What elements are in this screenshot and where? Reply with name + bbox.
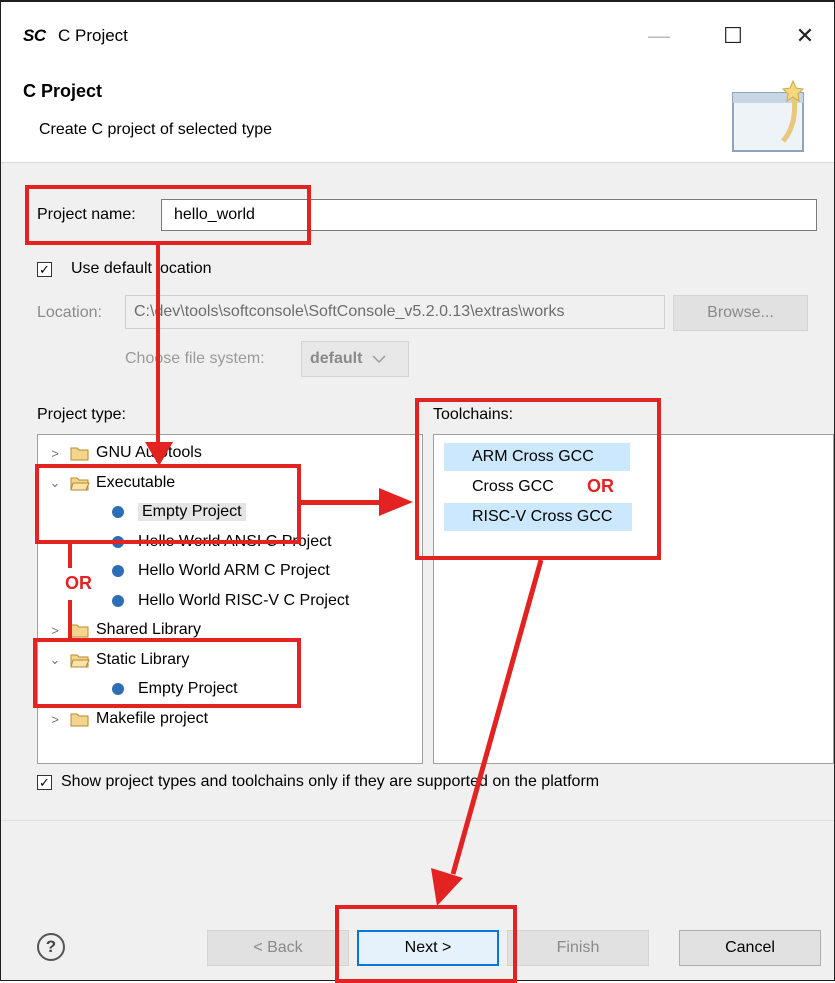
annotation-arrows	[145, 442, 544, 906]
dialog-window: SC C Project — ☐ ✕ C Project Create C pr…	[0, 0, 835, 983]
arrow-head-right	[379, 488, 413, 516]
arrow-shaft-diagonal	[450, 559, 544, 875]
arrow-head-diagonal	[431, 868, 463, 906]
arrow-shaft-right	[301, 500, 381, 505]
arrow-head-down	[145, 442, 173, 466]
